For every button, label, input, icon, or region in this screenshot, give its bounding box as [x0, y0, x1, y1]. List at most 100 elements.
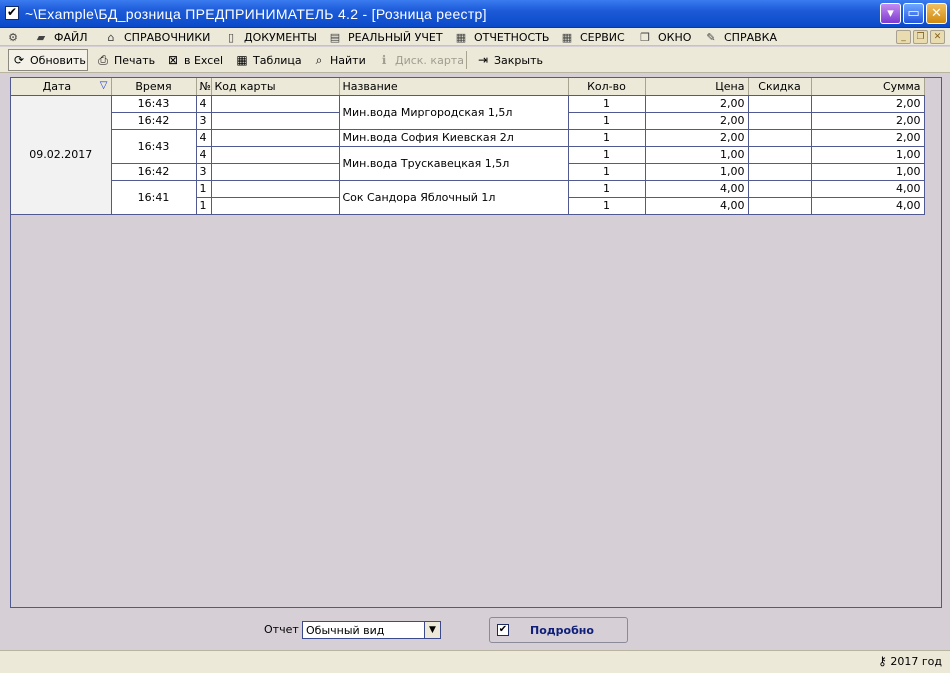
discount-cell[interactable]	[748, 180, 812, 198]
discount-cell[interactable]	[748, 112, 812, 130]
sum-cell[interactable]: 2,00	[811, 112, 925, 130]
report-view-select[interactable]: Обычный вид ▼	[302, 621, 441, 639]
excel-button[interactable]: ⊠ в Excel	[163, 49, 223, 71]
qty-cell[interactable]: 1	[568, 197, 646, 215]
name-cell[interactable]: Мин.вода София Киевская 2л	[339, 129, 569, 147]
sum-cell[interactable]: 4,00	[811, 197, 925, 215]
mdi-restore-button[interactable]: ❐	[913, 30, 928, 44]
table-row[interactable]: 16:43 4 Мин.вода София Киевская 2л 1 2,0…	[11, 129, 925, 164]
price-cell[interactable]: 4,00	[645, 197, 749, 215]
detail-checkbox[interactable]: ✔	[497, 624, 509, 636]
maximize-button[interactable]: ▭	[903, 3, 924, 24]
price-cell[interactable]: 2,00	[645, 112, 749, 130]
menu-bar: ⚙ ▰ ФАЙЛ ⌂ СПРАВОЧНИКИ ▯ ДОКУМЕНТЫ ▤ РЕАЛЬНЫ…	[0, 28, 950, 46]
name-cell[interactable]: Сок Сандора Яблочный 1л	[339, 180, 569, 215]
table-row[interactable]: 16:41 1 Сок Сандора Яблочный 1л 1 4,00 4…	[11, 180, 925, 215]
qty-cell[interactable]: 1	[568, 180, 646, 198]
table-row[interactable]: 09.02.2017 16:43 4 Мин.вода Миргородская…	[11, 95, 925, 215]
app-menu-icon[interactable]: ⚙	[6, 29, 26, 45]
card-code-cell[interactable]	[211, 146, 340, 164]
qty-cell[interactable]: 1	[568, 95, 646, 113]
number-cell[interactable]: 1	[196, 180, 212, 198]
info-icon: ℹ	[381, 53, 387, 67]
time-cell[interactable]: 16:42	[111, 112, 197, 130]
sum-cell[interactable]: 2,00	[811, 129, 925, 147]
column-header-date[interactable]: Дата ▽	[11, 78, 112, 96]
price-cell[interactable]: 4,00	[645, 180, 749, 198]
qty-cell[interactable]: 1	[568, 129, 646, 147]
number-cell[interactable]: 3	[196, 163, 212, 181]
column-header-sum[interactable]: Сумма	[811, 78, 925, 96]
menu-reports[interactable]: ▦ ОТЧЕТНОСТЬ	[454, 29, 550, 45]
app-check-icon[interactable]	[5, 5, 19, 20]
menu-real-accounting[interactable]: ▤ РЕАЛЬНЫЙ УЧЕТ	[328, 29, 443, 45]
time-cell[interactable]: 16:43	[111, 95, 197, 113]
number-cell[interactable]: 3	[196, 112, 212, 130]
number-cell[interactable]: 4	[196, 129, 212, 147]
menu-window[interactable]: ❐ ОКНО	[638, 29, 691, 45]
find-button[interactable]: ⌕ Найти	[309, 49, 366, 71]
discount-cell[interactable]	[748, 95, 812, 113]
card-code-cell[interactable]	[211, 197, 340, 215]
sum-cell[interactable]: 4,00	[811, 180, 925, 198]
registry-grid[interactable]: Дата ▽ Время № Код карты Название Кол-во …	[10, 77, 942, 608]
print-button[interactable]: ⎙ Печать	[93, 49, 155, 71]
card-code-cell[interactable]	[211, 95, 340, 113]
number-cell[interactable]: 1	[196, 197, 212, 215]
column-header-qty[interactable]: Кол-во	[568, 78, 646, 96]
column-header-price[interactable]: Цена	[645, 78, 749, 96]
price-cell[interactable]: 1,00	[645, 146, 749, 164]
column-header-discount[interactable]: Скидка	[748, 78, 812, 96]
status-bar: ⚷ 2017 год	[0, 650, 950, 673]
price-cell[interactable]: 1,00	[645, 163, 749, 181]
date-cell[interactable]: 09.02.2017	[11, 95, 112, 215]
refresh-icon: ⟳	[13, 53, 25, 67]
chevron-down-icon[interactable]: ▼	[424, 622, 440, 638]
card-code-cell[interactable]	[211, 112, 340, 130]
number-cell[interactable]: 4	[196, 146, 212, 164]
document-icon: ▯	[227, 30, 235, 44]
price-cell[interactable]: 2,00	[645, 95, 749, 113]
menu-documents[interactable]: ▯ ДОКУМЕНТЫ	[224, 29, 317, 45]
refresh-button[interactable]: ⟳ Обновить	[8, 49, 88, 71]
menu-help[interactable]: ✎ СПРАВКА	[704, 29, 777, 45]
close-window-button[interactable]: ⇥ Закрыть	[473, 49, 543, 71]
card-code-cell[interactable]	[211, 129, 340, 147]
menu-directories[interactable]: ⌂ СПРАВОЧНИКИ	[104, 29, 211, 45]
report-icon: ▦	[455, 30, 467, 44]
sum-cell[interactable]: 1,00	[811, 163, 925, 181]
close-button[interactable]: ✕	[926, 3, 947, 24]
discount-cell[interactable]	[748, 163, 812, 181]
window-title: ~\Example\БД_розница ПРЕДПРИНИМАТЕЛЬ 4.2…	[25, 6, 487, 22]
menu-file[interactable]: ▰ ФАЙЛ	[34, 29, 88, 45]
sum-cell[interactable]: 1,00	[811, 146, 925, 164]
sum-cell[interactable]: 2,00	[811, 95, 925, 113]
discount-cell[interactable]	[748, 146, 812, 164]
table-button[interactable]: ▦ Таблица	[232, 49, 301, 71]
name-cell[interactable]: Мин.вода Миргородская 1,5л	[339, 95, 569, 130]
qty-cell[interactable]: 1	[568, 163, 646, 181]
filter-icon[interactable]: ▽	[100, 80, 108, 91]
time-cell[interactable]: 16:43	[111, 129, 197, 164]
card-code-cell[interactable]	[211, 163, 340, 181]
card-code-cell[interactable]	[211, 180, 340, 198]
qty-cell[interactable]: 1	[568, 112, 646, 130]
minimize-button[interactable]: ▾	[880, 3, 901, 24]
disc-card-button[interactable]: ℹ Диск. карта	[374, 49, 464, 71]
mdi-minimize-button[interactable]: _	[896, 30, 911, 44]
discount-cell[interactable]	[748, 129, 812, 147]
column-header-number[interactable]: №	[196, 78, 212, 96]
name-cell[interactable]: Мин.вода Трускавецкая 1,5л	[339, 146, 569, 181]
time-cell[interactable]: 16:42	[111, 163, 197, 181]
column-header-card-code[interactable]: Код карты	[211, 78, 340, 96]
column-header-time[interactable]: Время	[111, 78, 197, 96]
qty-cell[interactable]: 1	[568, 146, 646, 164]
menu-service[interactable]: ▦ СЕРВИС	[560, 29, 625, 45]
price-cell[interactable]: 2,00	[645, 129, 749, 147]
time-cell[interactable]: 16:41	[111, 180, 197, 215]
column-header-name[interactable]: Название	[339, 78, 569, 96]
data-table: Дата ▽ Время № Код карты Название Кол-во …	[11, 78, 925, 215]
number-cell[interactable]: 4	[196, 95, 212, 113]
discount-cell[interactable]	[748, 197, 812, 215]
mdi-close-button[interactable]: ✕	[930, 30, 945, 44]
